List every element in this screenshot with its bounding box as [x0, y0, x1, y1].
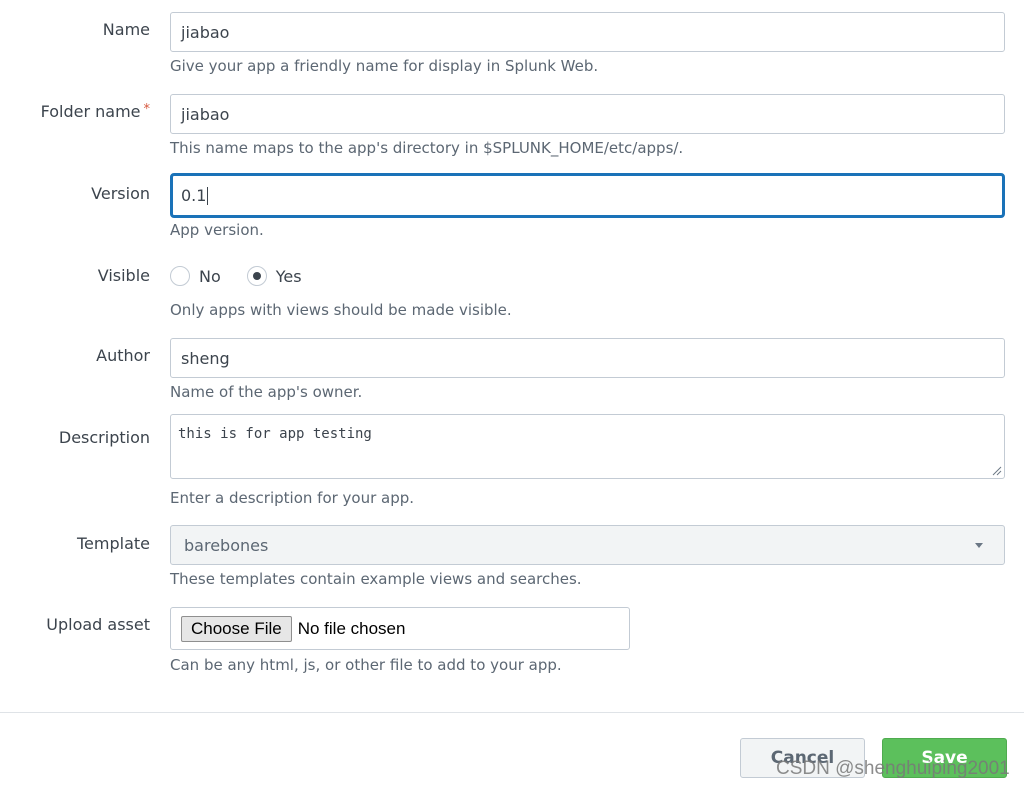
name-help: Give your app a friendly name for displa…	[170, 57, 599, 75]
template-help: These templates contain example views an…	[170, 570, 582, 588]
template-label: Template	[76, 534, 150, 553]
author-input[interactable]: sheng	[170, 338, 1005, 378]
folder-name-input[interactable]: jiabao	[170, 94, 1005, 134]
description-help: Enter a description for your app.	[170, 489, 415, 507]
folder-name-label: Folder name *	[41, 102, 150, 121]
radio-checked-icon	[246, 266, 267, 286]
version-help: App version.	[170, 221, 264, 239]
version-label: Version	[91, 184, 150, 203]
author-help: Name of the app's owner.	[170, 383, 363, 401]
choose-file-button[interactable]: Choose File	[181, 615, 292, 642]
visible-yes-label: Yes	[275, 266, 302, 286]
chevron-down-icon	[975, 542, 983, 548]
visible-help: Only apps with views should be made visi…	[170, 301, 512, 319]
resize-handle-icon[interactable]	[992, 466, 1002, 476]
required-mark: *	[143, 102, 151, 117]
author-label: Author	[96, 346, 150, 365]
name-input[interactable]: jiabao	[170, 12, 1005, 52]
author-input-value: sheng	[181, 348, 230, 368]
template-select-value: barebones	[184, 535, 269, 555]
folder-name-label-text: Folder name	[40, 102, 141, 121]
visible-radio-group: No Yes	[170, 266, 328, 286]
visible-no-radio[interactable]: No	[170, 266, 221, 286]
radio-unchecked-icon	[170, 266, 190, 286]
upload-asset-label: Upload asset	[46, 615, 150, 634]
name-input-value: jiabao	[181, 22, 230, 42]
upload-asset-help: Can be any html, js, or other file to ad…	[170, 656, 562, 674]
version-input[interactable]: 0.1	[170, 173, 1005, 218]
description-textarea-value: this is for app testing	[178, 426, 372, 442]
version-input-value: 0.1	[181, 186, 207, 205]
visible-yes-radio[interactable]: Yes	[246, 266, 302, 286]
name-label: Name	[102, 20, 150, 39]
folder-name-input-value: jiabao	[181, 104, 230, 124]
text-cursor	[207, 186, 209, 205]
visible-label: Visible	[97, 266, 150, 285]
description-textarea[interactable]: this is for app testing	[170, 414, 1005, 479]
folder-name-help: This name maps to the app's directory in…	[170, 139, 684, 157]
visible-no-label: No	[199, 266, 221, 286]
watermark: CSDN @shenghuiping2001	[776, 758, 1010, 779]
description-label: Description	[58, 428, 150, 447]
footer-divider	[0, 712, 1024, 713]
upload-asset-field: Choose File No file chosen	[170, 607, 630, 650]
template-select[interactable]: barebones	[170, 525, 1005, 565]
file-status: No file chosen	[297, 618, 406, 638]
